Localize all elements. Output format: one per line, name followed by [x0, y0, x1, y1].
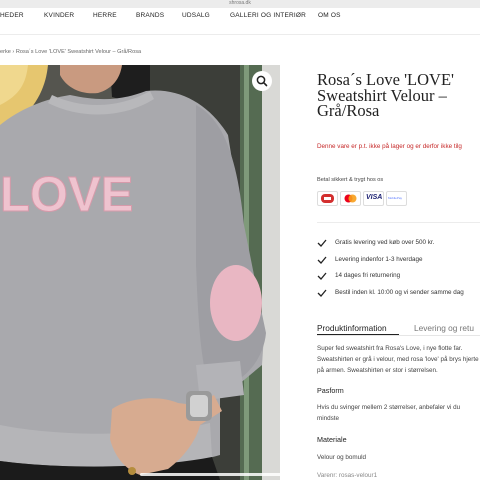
mobilepay-icon: MobilePay [386, 191, 407, 206]
tab-produktinformation[interactable]: Produktinformation [317, 323, 387, 333]
product-title: Rosa´s Love 'LOVE' Sweatshirt Velour – G… [317, 70, 455, 120]
nav-item-kvinder[interactable]: KVINDER [44, 12, 74, 19]
dankort-icon [317, 191, 338, 206]
nav-item-om-os[interactable]: OM OS [318, 12, 341, 19]
love-print: LOVE [0, 168, 133, 222]
nav-item-brands[interactable]: BRANDS [136, 12, 164, 19]
magnifier-icon [256, 75, 268, 87]
divider [317, 222, 480, 223]
product-description: Super fed sweatshirt fra Rosa's Love, i … [317, 345, 479, 374]
benefit-text: Bestil inden kl. 10:00 og vi sender samm… [335, 289, 464, 296]
scroll-indicator [140, 473, 312, 476]
fit-text: Hvis du svinger mellem 2 størrelser, anb… [317, 404, 461, 422]
material-text: Velour og bomuld [317, 454, 367, 461]
product-image[interactable]: LOVE [0, 65, 280, 480]
benefit-text: Levering indenfor 1-3 hverdage [335, 256, 423, 263]
stock-notice: Denne vare er p.t. ikke på lager og er d… [317, 143, 462, 150]
nav-item-herre[interactable]: HERRE [93, 12, 117, 19]
fit-heading: Pasform [317, 386, 344, 395]
visa-text: VISA [366, 194, 383, 201]
mobilepay-text: MobilePay [388, 196, 403, 200]
checkmark-icon [317, 239, 327, 247]
breadcrumb[interactable]: erke › Rosa´s Love 'LOVE' Sweatshirt Vel… [0, 49, 141, 55]
checkmark-icon [317, 256, 327, 264]
nav-item-nyheder[interactable]: HEDER [0, 12, 24, 19]
browser-url-bar[interactable]: shrosa.dk [0, 0, 480, 8]
main-nav: HEDER KVINDER HERRE BRANDS UDSALG GALLER… [0, 8, 480, 34]
material-heading: Materiale [317, 435, 347, 444]
mastercard-icon [340, 191, 361, 206]
tab-underline-base [317, 335, 480, 336]
checkmark-icon [317, 289, 327, 297]
tab-levering[interactable]: Levering og retu [414, 323, 474, 333]
product-photo-illustration: LOVE [0, 65, 280, 480]
nav-item-galleri[interactable]: GALLERI OG INTERIØR [230, 12, 306, 19]
nav-divider [0, 34, 480, 35]
zoom-button[interactable] [252, 71, 272, 91]
tab-active-indicator [317, 334, 399, 335]
benefit-text: 14 dages fri returnering [335, 272, 401, 279]
benefit-text: Gratis levering ved køb over 500 kr. [335, 239, 435, 246]
nav-item-udsalg[interactable]: UDSALG [182, 12, 210, 19]
sku-text: Varenr: rosas-velour1 [317, 472, 378, 479]
payment-label: Betal sikkert & trygt hos os [317, 177, 384, 183]
checkmark-icon [317, 272, 327, 280]
visa-icon: VISA [363, 191, 384, 206]
